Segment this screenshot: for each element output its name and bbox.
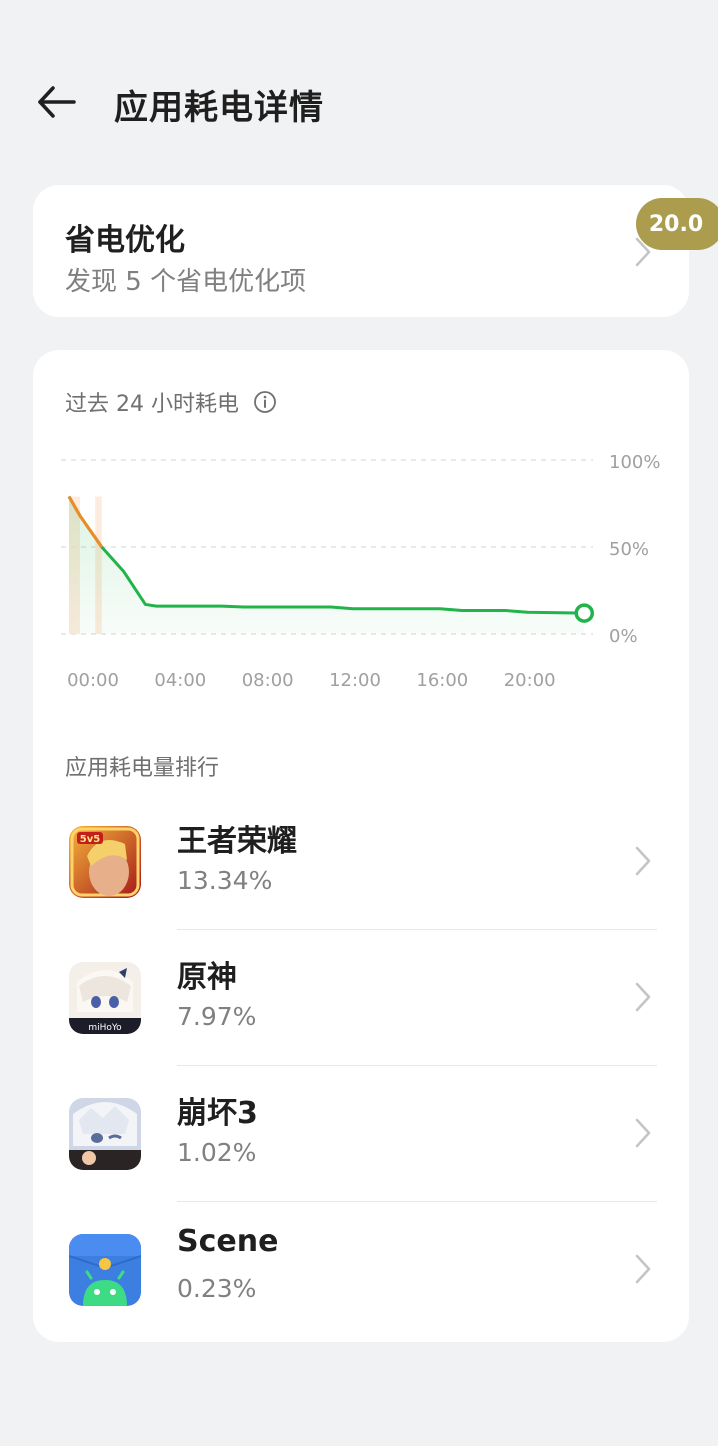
optimization-subtitle: 发现 5 个省电优化项 <box>65 267 307 297</box>
app-row[interactable]: Scene 0.23% <box>33 1202 689 1338</box>
chevron-right-icon <box>635 982 651 1012</box>
y-tick-label: 100% <box>609 452 660 473</box>
app-name: 崩坏3 <box>177 1096 258 1131</box>
power-optimization-card[interactable]: 省电优化 发现 5 个省电优化项 <box>33 185 689 317</box>
usage-area <box>69 496 585 634</box>
page-title: 应用耗电详情 <box>114 88 324 128</box>
top-bar: 应用耗电详情 <box>0 70 718 134</box>
x-tick-label: 08:00 <box>242 670 294 691</box>
x-tick-label: 12:00 <box>329 670 381 691</box>
usage-line <box>67 495 585 615</box>
y-tick-label: 0% <box>609 626 638 647</box>
chevron-right-icon <box>635 1118 651 1148</box>
honkai-impact-3-icon <box>69 1098 141 1170</box>
usage-header: 过去 24 小时耗电 <box>65 386 277 418</box>
app-name: 原神 <box>177 960 237 995</box>
scene-android-icon <box>69 1234 141 1306</box>
floating-score-badge[interactable]: 20.0 <box>636 198 718 250</box>
ranking-title: 应用耗电量排行 <box>65 756 220 781</box>
info-icon[interactable] <box>253 390 277 414</box>
battery-usage-chart: 100% 50% 0% 00:00 04:00 08:00 12:00 16:00 20:00 <box>61 452 660 691</box>
chevron-right-icon <box>635 846 651 876</box>
x-tick-label: 20:00 <box>504 670 556 691</box>
x-tick-label: 16:00 <box>416 670 468 691</box>
app-name: 王者荣耀 <box>177 824 297 859</box>
app-usage-percent: 7.97% <box>177 1002 257 1031</box>
genshin-impact-icon: miHoYo <box>69 962 141 1034</box>
app-row[interactable]: 5v5 王者荣耀 13.34% <box>33 794 689 930</box>
x-tick-label: 04:00 <box>154 670 206 691</box>
app-usage-percent: 13.34% <box>177 866 273 895</box>
app-usage-percent: 1.02% <box>177 1138 257 1167</box>
app-row[interactable]: 崩坏3 1.02% <box>33 1066 689 1202</box>
optimization-title: 省电优化 <box>65 223 185 258</box>
back-arrow-icon <box>38 86 76 118</box>
back-button[interactable] <box>36 84 76 120</box>
chevron-right-icon <box>635 1254 651 1284</box>
svg-text:5v5: 5v5 <box>80 834 100 845</box>
honor-of-kings-icon: 5v5 <box>69 826 141 898</box>
usage-title: 过去 24 小时耗电 <box>65 392 239 417</box>
svg-text:miHoYo: miHoYo <box>88 1023 122 1033</box>
current-point <box>574 603 595 623</box>
app-usage-percent: 0.23% <box>177 1274 257 1303</box>
battery-usage-card: 过去 24 小时耗电 100% 50% 0% 00:00 04:00 08:00 12:00… <box>33 350 689 1342</box>
y-tick-label: 50% <box>609 539 649 560</box>
app-row[interactable]: miHoYo 原神 7.97% <box>33 930 689 1066</box>
app-name: Scene <box>177 1224 279 1259</box>
x-tick-label: 00:00 <box>67 670 119 691</box>
